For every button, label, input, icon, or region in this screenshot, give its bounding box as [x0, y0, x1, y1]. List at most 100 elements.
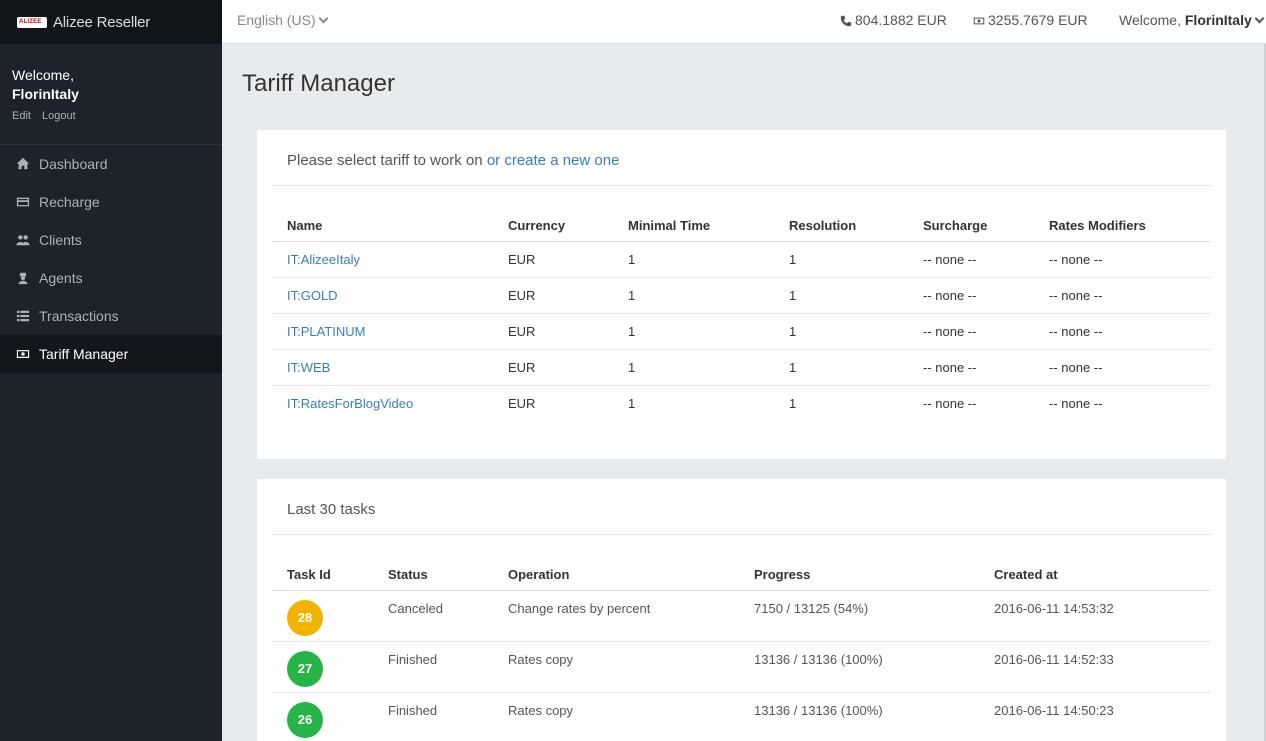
tasks-title: Last 30 tasks — [287, 501, 376, 518]
money-balance: 3255.7679 EUR — [973, 12, 1088, 30]
tariff-name-link[interactable]: IT:GOLD — [287, 288, 338, 303]
column-header[interactable]: Surcharge — [908, 210, 1034, 242]
table-cell: EUR — [493, 313, 613, 350]
sidebar-item-label: Recharge — [39, 194, 100, 210]
table-cell: 1 — [774, 349, 908, 386]
logout-link[interactable]: Logout — [42, 110, 76, 122]
topbar: English (US) 804.1882 EUR 3255.7679 EUR … — [222, 0, 1266, 44]
table-row: IT:AlizeeItaly EUR 1 1 -- none -- -- non… — [272, 241, 1211, 278]
sidebar-item-recharge[interactable]: Recharge — [0, 183, 222, 221]
brand-name: Alizee Reseller — [53, 13, 151, 31]
column-header[interactable]: Task Id — [272, 559, 373, 591]
table-row[interactable]: 27 Finished Rates copy 13136 / 13136 (10… — [272, 641, 1211, 693]
table-cell: 1 — [774, 277, 908, 314]
task-progress: 13136 / 13136 (100%) — [739, 692, 979, 741]
tariff-prompt: Please select tariff to work on — [287, 152, 487, 169]
money-icon — [973, 14, 985, 30]
table-cell: 1 — [613, 313, 774, 350]
list-icon — [16, 309, 30, 323]
user-box: Welcome, FlorinItaly Edit Logout — [0, 44, 222, 145]
user-menu[interactable]: Welcome, FlorinItaly — [1119, 12, 1265, 28]
tariff-name-link[interactable]: IT:WEB — [287, 360, 330, 375]
tasks-card: Last 30 tasks Task Id Status Operation P… — [257, 479, 1226, 741]
tariff-name-link[interactable]: IT:AlizeeItaly — [287, 252, 360, 267]
phone-balance: 804.1882 EUR — [840, 12, 947, 30]
table-row: IT:WEB EUR 1 1 -- none -- -- none -- — [272, 349, 1211, 386]
sidebar-item-label: Dashboard — [39, 156, 108, 172]
edit-link[interactable]: Edit — [12, 110, 31, 122]
table-cell: 1 — [628, 395, 636, 411]
money-icon — [16, 347, 30, 361]
brand-logo: ALIZEE — [17, 16, 47, 28]
sidebar-item-label: Tariff Manager — [39, 346, 129, 362]
table-cell: EUR — [493, 241, 613, 278]
table-cell: -- none -- — [1049, 395, 1103, 411]
card-header: Please select tariff to work on or creat… — [272, 130, 1211, 186]
table-row: IT:GOLD EUR 1 1 -- none -- -- none -- — [272, 277, 1211, 314]
sidebar-item-label: Transactions — [39, 308, 119, 324]
sidebar-item-agents[interactable]: Agents — [0, 259, 222, 297]
table-cell: -- none -- — [908, 277, 1034, 314]
card-header: Last 30 tasks — [272, 479, 1211, 535]
column-header[interactable]: Currency — [493, 210, 613, 242]
table-cell: -- none -- — [1034, 349, 1211, 386]
column-header[interactable]: Rates Modifiers — [1034, 210, 1211, 242]
table-cell: 1 — [613, 241, 774, 278]
sidebar-item-transactions[interactable]: Transactions — [0, 297, 222, 335]
task-status: Canceled — [373, 590, 493, 642]
table-row: IT:RatesForBlogVideo EUR 1 1 -- none -- … — [272, 385, 1211, 421]
table-cell: -- none -- — [908, 313, 1034, 350]
table-cell: -- none -- — [1034, 277, 1211, 314]
column-header[interactable]: Minimal Time — [613, 210, 774, 242]
user-secret-icon — [16, 271, 30, 285]
sidebar-nav: Dashboard Recharge Clients Agents Transa… — [0, 145, 222, 373]
tariff-name-link[interactable]: IT:PLATINUM — [287, 324, 366, 339]
task-operation: Rates copy — [493, 692, 739, 741]
create-tariff-link[interactable]: or create a new one — [487, 152, 620, 169]
users-icon — [16, 233, 30, 247]
table-cell: -- none -- — [1034, 241, 1211, 278]
sidebar-welcome: Welcome, — [12, 67, 74, 83]
column-header[interactable]: Name — [272, 210, 493, 242]
table-cell: 1 — [789, 395, 797, 411]
tariff-name-link[interactable]: IT:RatesForBlogVideo — [287, 396, 413, 411]
sidebar: ALIZEE Alizee Reseller Welcome, FlorinIt… — [0, 0, 222, 741]
tariff-card: Please select tariff to work on or creat… — [257, 130, 1226, 459]
task-id-badge: 26 — [287, 701, 323, 738]
table-cell: -- none -- — [1034, 313, 1211, 350]
column-header[interactable]: Status — [373, 559, 493, 591]
column-header[interactable]: Created at — [979, 559, 1211, 591]
column-header[interactable]: Resolution — [774, 210, 908, 242]
chevron-down-icon — [1254, 13, 1265, 24]
column-header[interactable]: Progress — [739, 559, 979, 591]
task-id-badge: 27 — [287, 650, 323, 687]
task-status: Finished — [373, 641, 493, 693]
table-cell: -- none -- — [908, 241, 1034, 278]
column-header[interactable]: Operation — [493, 559, 739, 591]
phone-icon — [840, 14, 852, 30]
task-created: 2016-06-11 14:52:33 — [979, 641, 1211, 693]
task-id-badge: 28 — [287, 599, 323, 636]
table-cell: 1 — [774, 313, 908, 350]
language-select[interactable]: English (US) — [237, 12, 329, 28]
credit-card-icon — [16, 195, 30, 209]
table-cell: 1 — [613, 349, 774, 386]
task-created: 2016-06-11 14:50:23 — [979, 692, 1211, 741]
page-title: Tariff Manager — [242, 70, 395, 97]
table-row: IT:PLATINUM EUR 1 1 -- none -- -- none -… — [272, 313, 1211, 350]
brand[interactable]: ALIZEE Alizee Reseller — [0, 0, 222, 44]
task-status: Finished — [373, 692, 493, 741]
sidebar-item-label: Agents — [39, 270, 83, 286]
table-row[interactable]: 26 Finished Rates copy 13136 / 13136 (10… — [272, 692, 1211, 741]
table-cell: -- none -- — [908, 349, 1034, 386]
tariff-table: Name Currency Minimal Time Resolution Su… — [272, 210, 1211, 421]
task-created: 2016-06-11 14:53:32 — [979, 590, 1211, 642]
task-operation: Rates copy — [493, 641, 739, 693]
task-operation: Change rates by percent — [493, 590, 739, 642]
table-cell: EUR — [508, 395, 536, 411]
sidebar-item-tariff-manager[interactable]: Tariff Manager — [0, 335, 222, 373]
sidebar-item-dashboard[interactable]: Dashboard — [0, 145, 222, 183]
sidebar-item-clients[interactable]: Clients — [0, 221, 222, 259]
table-row[interactable]: 28 Canceled Change rates by percent 7150… — [272, 590, 1211, 642]
table-cell: 1 — [613, 277, 774, 314]
